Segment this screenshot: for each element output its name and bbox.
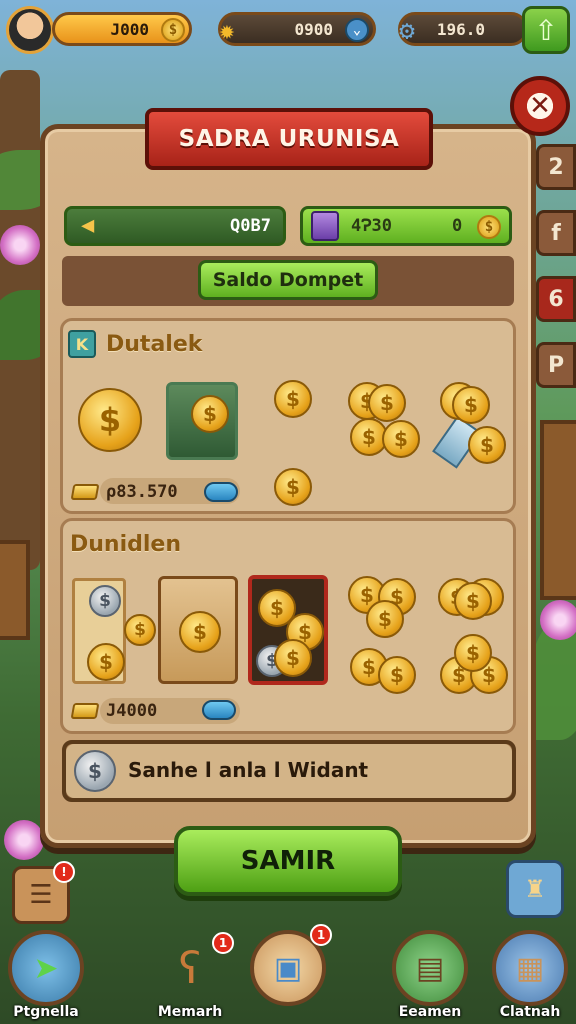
notification-badge: ! [53,861,75,883]
arrow-up-icon: ⇧ [534,13,558,47]
nav-item-eeamen[interactable]: ▤ Eeamen [384,930,476,1024]
coin-icon: $ [87,643,125,681]
bottom-nav: ➤ Ptgnella ʕ 1 Memarh ▣ 1 ▤ Eeamen ▦ Cla… [0,924,576,1024]
section2-amount: J4000 [70,699,158,723]
coin-icon: $ [378,656,416,694]
close-icon: ✕ [529,91,551,121]
side-tab-2[interactable]: f [536,210,576,256]
resource-pill-right: 4Ɂ30 0 $ [300,206,512,246]
quest-button[interactable]: ☰ ! [12,861,75,924]
nav-item-clatnah[interactable]: ▦ Clatnah [484,930,576,1024]
player-avatar[interactable] [6,6,54,54]
nav-item-memarh[interactable]: ʕ 1 Memarh [144,930,236,1024]
upgrade-arrow-button[interactable]: ⇧ [522,6,570,54]
card-icon [311,211,339,241]
coin-item[interactable]: $ [274,380,312,418]
notification-badge: 1 [212,932,234,954]
confirm-button[interactable]: SAMIR [174,826,402,896]
info-text: Sanhe l anla l Widant [128,758,369,782]
section2-amount-value: J4000 [106,701,158,721]
panel-title: SADRA URUNISA [145,108,433,170]
nav-label: Eeamen [398,1004,462,1020]
gold-value: J000 [110,19,149,39]
coin-icon: $ [452,386,490,424]
silver-coin-icon: $ [74,750,116,792]
section1-amount-value: ρ83.570 [106,482,178,502]
flower-decor [540,600,576,640]
coin-icon: $ [368,384,406,422]
gold-bar-icon [70,484,100,500]
coin-icon: $ [124,614,156,646]
nav-item-ptgnella[interactable]: ➤ Ptgnella [0,930,92,1024]
top-resource-bar: J000 $ ✹ 0900 ⌄ ⚙ 196.0 ⇧ [6,6,570,54]
crate-icon: ▦ [492,930,568,1006]
energy-counter[interactable]: ⚙ 196.0 [398,12,528,46]
side-tab-4[interactable]: P [536,342,576,388]
coin-icon: $ [454,634,492,672]
flag-icon: ◀ [81,213,95,238]
resource-left-value: Q0B7 [230,216,271,236]
selected-coin-card[interactable]: $ $ $ $ [248,575,328,685]
notification-badge: 1 [310,924,332,946]
resource-right-value: 4Ɂ30 [351,216,392,236]
arrow-icon: ➤ [8,930,84,1006]
gold-bar-icon [70,703,100,719]
big-coin-icon[interactable]: $ [78,388,142,452]
wallet-button[interactable]: Saldo Dompet [198,260,378,300]
section-badge-icon: K [68,330,96,358]
coin-icon: $ [477,215,501,239]
gold-counter[interactable]: J000 $ [52,12,192,46]
side-tab-3[interactable]: 6 [536,276,576,322]
section1-title: Dutalek [106,332,203,357]
merchant-icon: ♜ [524,875,546,903]
shop-button[interactable]: ♜ [506,860,564,918]
coin-icon: $ [191,395,229,433]
nav-label: Memarh [157,1004,223,1020]
coin-icon: $ [366,600,404,638]
flower-decor [4,820,44,860]
energy-value: 196.0 [436,19,485,39]
section1-amount: ρ83.570 [70,480,178,504]
resource-pill-left: ◀ Q0B7 [64,206,286,246]
side-tab-1[interactable]: 2 [536,144,576,190]
gems-value: 0900 [294,19,333,39]
chevron-down-icon[interactable]: ⌄ [345,18,369,42]
gems-counter[interactable]: ✹ 0900 ⌄ [218,12,376,46]
star-badge-icon: ✹ [219,16,235,46]
coin-icon: $ [468,426,506,464]
flower-decor [0,225,40,265]
coin-card-item[interactable]: $ [166,382,238,460]
coin-icon: $ [161,18,185,42]
coin-icon: $ [454,582,492,620]
coin-item[interactable]: $ [274,468,312,506]
section2-title: Dunidlen [70,532,181,557]
close-button[interactable]: ✕ [510,76,570,136]
coin-icon: $ [274,639,312,677]
silver-coin-icon: $ [89,585,121,617]
section1-toggle[interactable] [204,482,238,502]
box-icon: ▤ [392,930,468,1006]
hut-decor [0,540,30,640]
nav-item-chest[interactable]: ▣ 1 [242,924,334,1024]
nav-label: Clatnah [499,1004,561,1020]
section2-toggle[interactable] [202,700,236,720]
coin-icon: $ [179,611,221,653]
gear-icon: ⚙ [399,16,415,46]
coin-card-item[interactable]: $ [158,576,238,684]
coin-frame-item[interactable]: $ $ [72,578,126,684]
nav-label: Ptgnella [13,1004,79,1020]
hut-decor [540,420,576,600]
resource-right-extra: 0 [451,216,463,236]
clipboard-icon: ☰ [29,880,53,910]
coin-icon: $ [382,420,420,458]
